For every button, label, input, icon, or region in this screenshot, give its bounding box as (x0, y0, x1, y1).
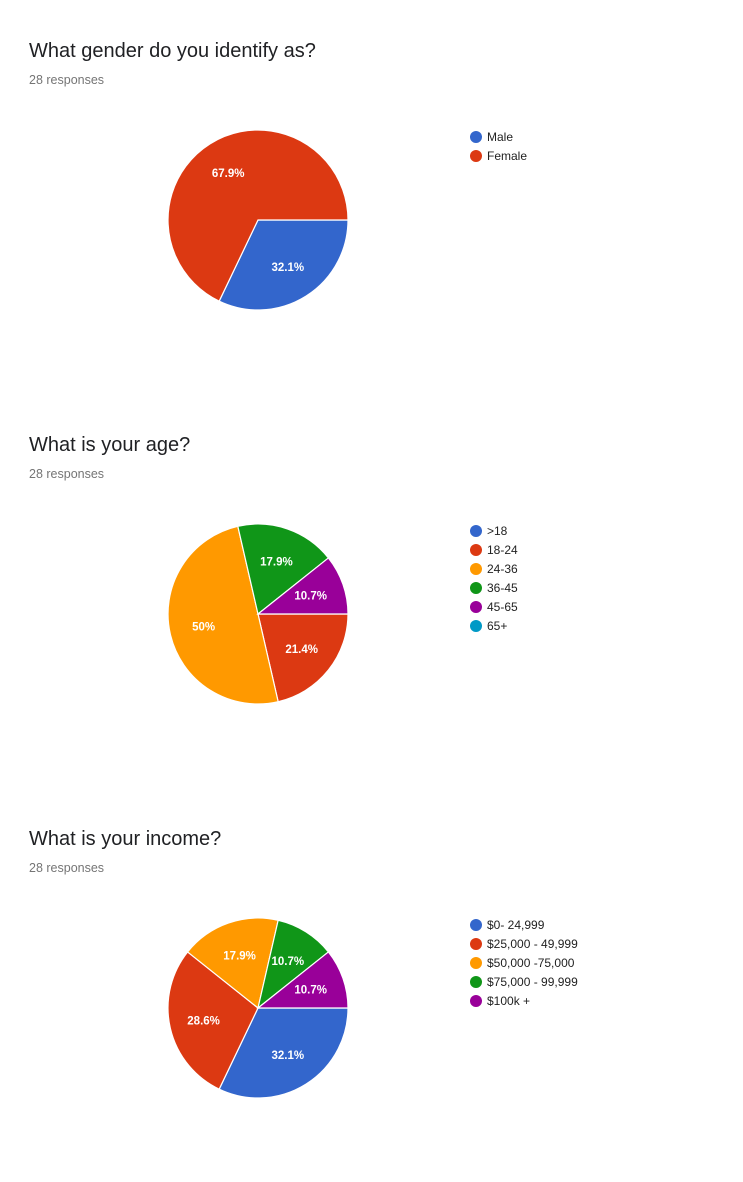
legend-label: $75,000 - 99,999 (487, 974, 578, 989)
slice-data-label: 28.6% (187, 1016, 220, 1028)
legend-swatch-icon (470, 600, 482, 613)
legend-item[interactable]: 45-65 (470, 597, 518, 616)
legend-item[interactable]: $50,000 -75,000 (470, 953, 578, 972)
legend-swatch-icon (470, 562, 482, 575)
chart-section: What gender do you identify as? 28 respon… (0, 0, 743, 394)
legend-label: 18-24 (487, 542, 518, 557)
response-count: 28 responses (29, 467, 105, 481)
legend-label: $25,000 - 49,999 (487, 936, 578, 951)
slice-data-label: 32.1% (271, 262, 304, 274)
legend-item[interactable]: $25,000 - 49,999 (470, 934, 578, 953)
slice-data-label: 17.9% (223, 950, 256, 962)
pie-chart: 21.4% 50% 17.9% 10.7% (167, 523, 349, 705)
legend-swatch-icon (470, 543, 482, 556)
legend-item[interactable]: $75,000 - 99,999 (470, 972, 578, 991)
chart-section: What is your age? 28 responses 21.4% 50% 17.… (0, 394, 743, 788)
legend-item[interactable]: 65+ (470, 616, 518, 635)
legend-label: $0- 24,999 (487, 917, 545, 932)
legend-label: Female (487, 148, 528, 163)
legend-item[interactable]: Female (470, 146, 527, 165)
legend-swatch-icon (470, 937, 482, 950)
chart-legend: $0- 24,999 $25,000 - 49,999 $50,000 -75,00… (470, 915, 578, 1010)
legend-item[interactable]: >18 (470, 521, 518, 540)
slice-data-label: 10.7% (294, 591, 327, 603)
legend-label: >18 (487, 523, 508, 538)
legend-swatch-icon (470, 975, 482, 988)
legend-item[interactable]: $100k + (470, 991, 578, 1010)
question-title: What is your age? (29, 434, 191, 456)
legend-swatch-icon (470, 619, 482, 632)
legend-label: 24-36 (487, 561, 518, 576)
response-count: 28 responses (29, 861, 105, 875)
legend-swatch-icon (470, 918, 482, 931)
legend-swatch-icon (470, 524, 482, 537)
chart-section: What is your income? 28 responses 32.1% 28.… (0, 788, 743, 1182)
chart-legend: Male Female (470, 127, 527, 165)
legend-item[interactable]: 18-24 (470, 540, 518, 559)
legend-item[interactable]: Male (470, 127, 527, 146)
slice-data-label: 10.7% (294, 985, 327, 997)
slice-data-label: 21.4% (285, 644, 318, 656)
legend-label: Male (487, 129, 514, 144)
legend-item[interactable]: $0- 24,999 (470, 915, 578, 934)
pie-chart: 32.1% 28.6% 17.9% 10.7% 10.7% (167, 917, 349, 1099)
legend-swatch-icon (470, 581, 482, 594)
slice-data-label: 10.7% (271, 956, 304, 968)
legend-label: 36-45 (487, 580, 518, 595)
question-title: What is your income? (29, 828, 222, 850)
response-count: 28 responses (29, 73, 105, 87)
slice-data-label: 32.1% (271, 1050, 304, 1062)
legend-label: $100k + (487, 993, 531, 1008)
slice-data-label: 50% (192, 622, 215, 634)
chart-legend: >18 18-24 24-36 36-45 45-65 65+ (470, 521, 518, 635)
legend-swatch-icon (470, 994, 482, 1007)
legend-label: 65+ (487, 618, 508, 633)
legend-item[interactable]: 36-45 (470, 578, 518, 597)
legend-swatch-icon (470, 130, 482, 143)
slice-data-label: 17.9% (260, 556, 293, 568)
pie-chart: 32.1% 67.9% (167, 129, 349, 311)
question-title: What gender do you identify as? (29, 40, 316, 62)
legend-item[interactable]: 24-36 (470, 559, 518, 578)
slice-data-label: 67.9% (212, 168, 245, 180)
legend-label: 45-65 (487, 599, 518, 614)
legend-swatch-icon (470, 149, 482, 162)
legend-swatch-icon (470, 956, 482, 969)
legend-label: $50,000 -75,000 (487, 955, 575, 970)
